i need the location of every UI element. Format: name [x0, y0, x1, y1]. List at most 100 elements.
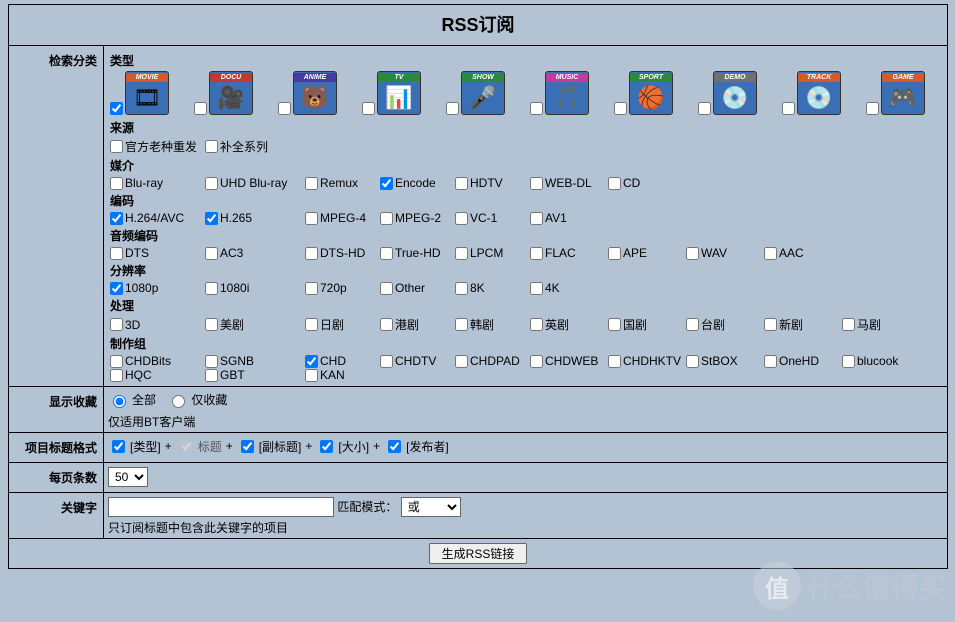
type-item-anime[interactable]: ANIME🐻 [278, 71, 337, 115]
check-8k[interactable]: 8K [455, 281, 530, 295]
type-item-music[interactable]: MUSIC🎵 [530, 71, 589, 115]
check--[interactable]: 新剧 [764, 316, 842, 333]
check-hqc[interactable]: HQC [110, 368, 205, 382]
tf-title: 标题 [176, 437, 222, 456]
check-chdbits[interactable]: CHDBits [110, 354, 205, 368]
check-dts[interactable]: DTS [110, 246, 205, 260]
check-blucook[interactable]: blucook [842, 354, 920, 368]
page-title: RSS订阅 [9, 5, 948, 46]
sport-icon[interactable]: SPORT🏀 [629, 71, 673, 115]
check-cd[interactable]: CD [608, 176, 658, 190]
check-3d[interactable]: 3D [110, 316, 205, 333]
check-chdpad[interactable]: CHDPAD [455, 354, 530, 368]
check--[interactable]: 英剧 [530, 316, 608, 333]
check-chdhktv[interactable]: CHDHKTV [608, 354, 686, 368]
check-dts-hd[interactable]: DTS-HD [305, 246, 380, 260]
show-icon[interactable]: SHOW🎤 [461, 71, 505, 115]
label-title-format: 项目标题格式 [9, 432, 104, 462]
type-item-movie[interactable]: MOVIE🎞 [110, 71, 169, 115]
type-item-tv[interactable]: TV📊 [362, 71, 421, 115]
check-hdtv[interactable]: HDTV [455, 176, 530, 190]
check-1080i[interactable]: 1080i [205, 281, 305, 295]
check-web-dl[interactable]: WEB-DL [530, 176, 608, 190]
check-ape[interactable]: APE [608, 246, 686, 260]
check-gbt[interactable]: GBT [205, 368, 305, 382]
label-per-page: 每页条数 [9, 462, 104, 492]
generate-rss-button[interactable]: 生成RSS链接 [429, 543, 528, 564]
type-item-docu[interactable]: DOCU🎥 [194, 71, 253, 115]
type-checkbox-movie[interactable] [110, 102, 123, 115]
movie-icon[interactable]: MOVIE🎞 [125, 71, 169, 115]
check--[interactable]: 港剧 [380, 316, 455, 333]
check-uhd-blu-ray[interactable]: UHD Blu-ray [205, 176, 305, 190]
type-item-demo[interactable]: DEMO💿 [698, 71, 757, 115]
check-ac3[interactable]: AC3 [205, 246, 305, 260]
type-item-track[interactable]: TRACK💿 [782, 71, 841, 115]
demo-icon[interactable]: DEMO💿 [713, 71, 757, 115]
check-wav[interactable]: WAV [686, 246, 764, 260]
per-page-select[interactable]: 50 [108, 467, 148, 487]
type-item-game[interactable]: GAME🎮 [866, 71, 925, 115]
check--[interactable]: 日剧 [305, 316, 380, 333]
radio-only-fav[interactable]: 仅收藏 [167, 391, 227, 408]
type-checkbox-docu[interactable] [194, 102, 207, 115]
check-onehd[interactable]: OneHD [764, 354, 842, 368]
check--[interactable]: 韩剧 [455, 316, 530, 333]
type-checkbox-tv[interactable] [362, 102, 375, 115]
check-1080p[interactable]: 1080p [110, 281, 205, 295]
tf-size[interactable]: [大小] [316, 437, 369, 456]
check-chdweb[interactable]: CHDWEB [530, 354, 608, 368]
check--[interactable]: 官方老种重发 [110, 138, 205, 155]
type-item-show[interactable]: SHOW🎤 [446, 71, 505, 115]
type-checkbox-game[interactable] [866, 102, 879, 115]
check-remux[interactable]: Remux [305, 176, 380, 190]
check-mpeg-4[interactable]: MPEG-4 [305, 211, 380, 225]
keyword-input[interactable] [108, 497, 334, 517]
check-h-264-avc[interactable]: H.264/AVC [110, 211, 205, 225]
game-icon[interactable]: GAME🎮 [881, 71, 925, 115]
check-encode[interactable]: Encode [380, 176, 455, 190]
type-checkbox-demo[interactable] [698, 102, 711, 115]
check-chdtv[interactable]: CHDTV [380, 354, 455, 368]
check-av1[interactable]: AV1 [530, 211, 608, 225]
tf-type[interactable]: [类型] [108, 437, 161, 456]
check-h-265[interactable]: H.265 [205, 211, 305, 225]
match-mode-select[interactable]: 或 [401, 497, 461, 517]
check-kan[interactable]: KAN [305, 368, 380, 382]
tv-icon[interactable]: TV📊 [377, 71, 421, 115]
check-blu-ray[interactable]: Blu-ray [110, 176, 205, 190]
check--[interactable]: 台剧 [686, 316, 764, 333]
check-flac[interactable]: FLAC [530, 246, 608, 260]
check-vc-1[interactable]: VC-1 [455, 211, 530, 225]
check-lpcm[interactable]: LPCM [455, 246, 530, 260]
music-icon[interactable]: MUSIC🎵 [545, 71, 589, 115]
type-checkbox-music[interactable] [530, 102, 543, 115]
check-aac[interactable]: AAC [764, 246, 824, 260]
tf-publisher[interactable]: [发布者] [384, 437, 449, 456]
type-item-sport[interactable]: SPORT🏀 [614, 71, 673, 115]
check--[interactable]: 国剧 [608, 316, 686, 333]
anime-icon[interactable]: ANIME🐻 [293, 71, 337, 115]
check--[interactable]: 美剧 [205, 316, 305, 333]
check-sgnb[interactable]: SGNB [205, 354, 305, 368]
type-checkbox-track[interactable] [782, 102, 795, 115]
radio-all[interactable]: 全部 [108, 391, 156, 408]
check-stbox[interactable]: StBOX [686, 354, 764, 368]
check-true-hd[interactable]: True-HD [380, 246, 455, 260]
check-other[interactable]: Other [380, 281, 455, 295]
check-mpeg-2[interactable]: MPEG-2 [380, 211, 455, 225]
check--[interactable]: 马剧 [842, 316, 902, 333]
watermark-coin-icon: 值 [753, 562, 801, 610]
type-checkbox-show[interactable] [446, 102, 459, 115]
type-checkbox-anime[interactable] [278, 102, 291, 115]
tf-subtitle[interactable]: [副标题] [237, 437, 302, 456]
docu-icon[interactable]: DOCU🎥 [209, 71, 253, 115]
check--[interactable]: 补全系列 [205, 138, 300, 155]
section-team: 制作组 [110, 335, 943, 352]
check-4k[interactable]: 4K [530, 281, 608, 295]
check-720p[interactable]: 720p [305, 281, 380, 295]
track-icon[interactable]: TRACK💿 [797, 71, 841, 115]
check-chd[interactable]: CHD [305, 354, 380, 368]
type-checkbox-sport[interactable] [614, 102, 627, 115]
section-medium: 媒介 [110, 157, 943, 174]
